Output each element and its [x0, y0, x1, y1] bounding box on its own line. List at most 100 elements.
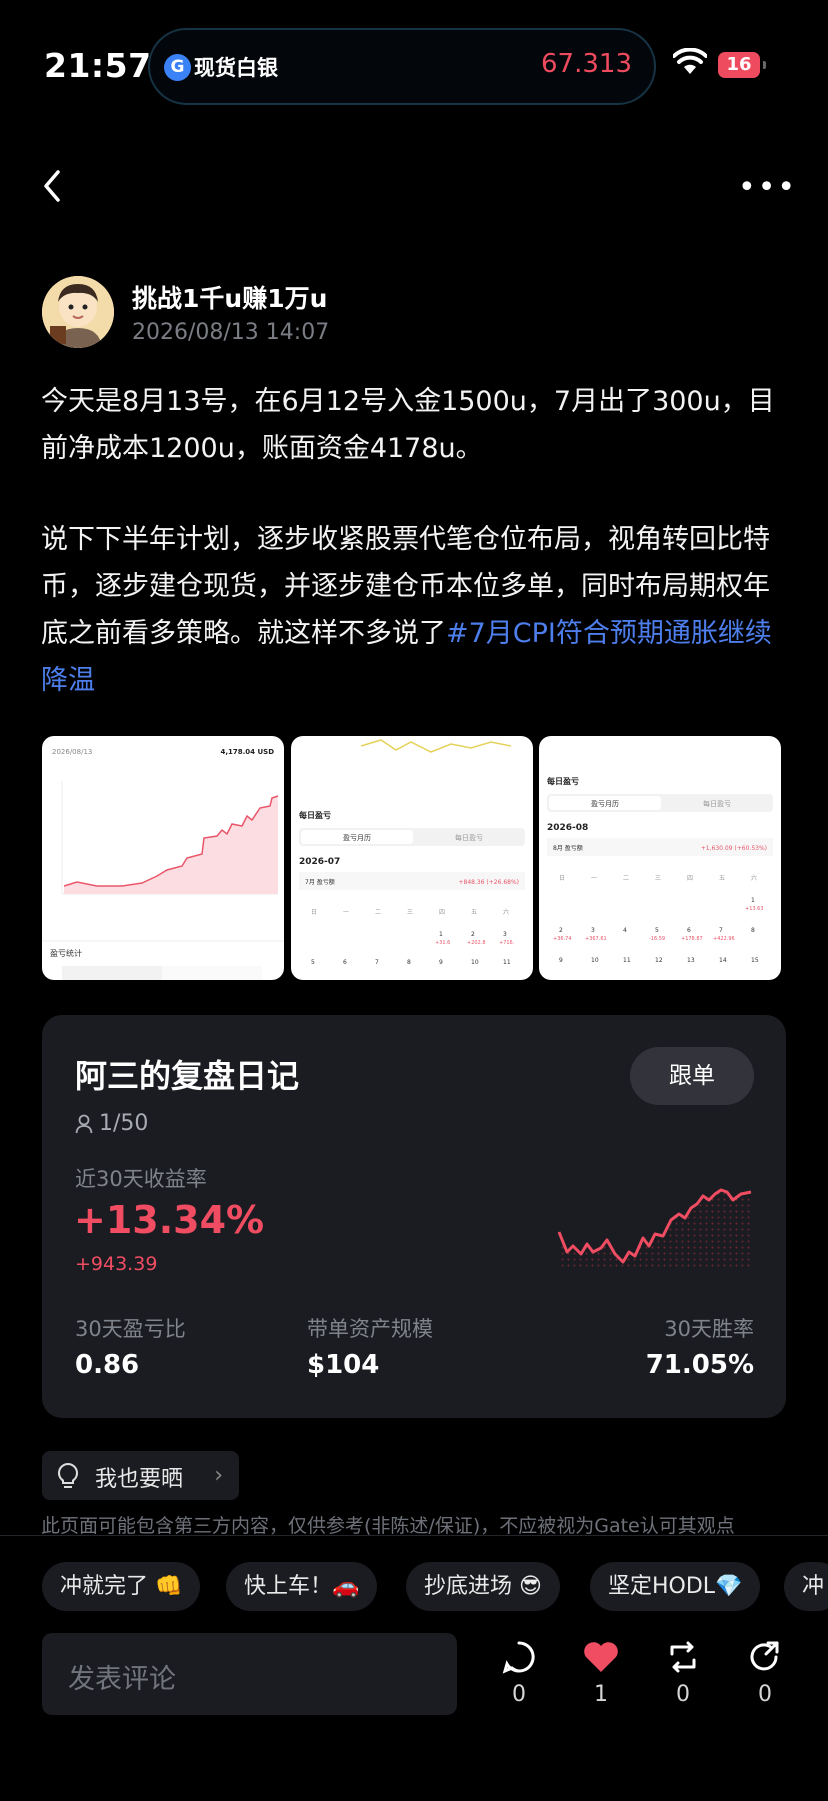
comment-count: 0: [512, 1682, 526, 1707]
copy-trader-card[interactable]: 阿三的复盘日记 跟单 1/50 近30天收益率 +13.34% +943.39 …: [42, 1015, 786, 1418]
svg-text:6: 6: [343, 959, 347, 966]
svg-text:+178.87: +178.87: [681, 936, 703, 942]
quick-reply-chip[interactable]: 快上车！🚗: [226, 1562, 378, 1611]
svg-text:8: 8: [407, 959, 411, 966]
svg-text:-16.59: -16.59: [649, 936, 665, 942]
ticker-name: 现货白银: [194, 56, 278, 80]
t3-month: 2026-08: [547, 823, 588, 833]
chevron-right-icon: ›: [214, 1463, 223, 1488]
person-icon: [75, 1114, 93, 1134]
t2-month: 2026-07: [299, 857, 340, 867]
svg-text:三: 三: [407, 909, 413, 916]
t1-amount: 4,178.04 USD: [220, 748, 274, 756]
comment-placeholder: 发表评论: [68, 1664, 176, 1695]
svg-text:+422.96: +422.96: [713, 936, 735, 942]
quick-reply-chip[interactable]: 冲: [784, 1562, 828, 1611]
svg-text:4: 4: [623, 927, 627, 934]
svg-text:+31.6: +31.6: [435, 940, 450, 946]
t2-title: 每日盈亏: [299, 810, 331, 820]
back-arrow-icon[interactable]: [38, 166, 68, 206]
like-count: 1: [594, 1682, 608, 1707]
stat-aum-value: $104: [307, 1350, 380, 1380]
more-options-icon[interactable]: •••: [738, 170, 797, 205]
svg-text:9: 9: [439, 959, 443, 966]
svg-text:2: 2: [471, 931, 475, 938]
quick-reply-chip[interactable]: 坚定HODL💎: [590, 1562, 761, 1611]
share-action[interactable]: 0: [740, 1640, 790, 1707]
t3-tab2: 每日盈亏: [703, 799, 731, 808]
t1-footer: 盈亏统计: [50, 948, 82, 958]
svg-text:11: 11: [623, 957, 631, 964]
return-percentage: +13.34%: [74, 1198, 265, 1242]
post-timestamp: 2026/08/13 14:07: [132, 320, 330, 345]
follower-count: 1/50: [75, 1111, 148, 1136]
quick-reply-chip[interactable]: 抄底进场 😎: [406, 1562, 560, 1611]
share-my-post-button[interactable]: 我也要晒 ›: [42, 1451, 239, 1500]
share-label: 我也要晒: [95, 1467, 184, 1492]
svg-text:6: 6: [687, 927, 691, 934]
author-name[interactable]: 挑战1千u赚1万u: [132, 279, 327, 315]
follow-button[interactable]: 跟单: [630, 1047, 754, 1105]
disclaimer-text: 此页面可能包含第三方内容，仅供参考(非陈述/保证)，不应被视为Gate认可其观点: [41, 1515, 735, 1537]
svg-text:12: 12: [655, 957, 663, 964]
svg-text:11: 11: [503, 959, 511, 966]
svg-text:六: 六: [503, 908, 509, 916]
return-amount: +943.39: [75, 1253, 158, 1275]
svg-text:15: 15: [751, 957, 759, 964]
svg-text:日: 日: [559, 875, 565, 882]
stat-pl-ratio-label: 30天盈亏比: [75, 1317, 186, 1341]
stat-aum-label: 带单资产规模: [307, 1317, 433, 1341]
svg-text:+367.61: +367.61: [585, 936, 607, 942]
t3-title: 每日盈亏: [547, 776, 579, 786]
svg-text:五: 五: [719, 875, 725, 882]
svg-text:一: 一: [591, 875, 597, 882]
svg-text:5: 5: [655, 927, 659, 934]
screenshot-thumbnail-august[interactable]: 每日盈亏 盈亏月历 每日盈亏 2026-08 8月 盈亏额 +1,630.09 …: [539, 736, 781, 980]
svg-text:5: 5: [311, 959, 315, 966]
svg-text:13: 13: [687, 957, 695, 964]
repost-count: 0: [676, 1682, 690, 1707]
svg-text:四: 四: [687, 875, 693, 882]
svg-text:1: 1: [439, 931, 443, 938]
comment-action[interactable]: 0: [494, 1640, 544, 1707]
repost-icon: [670, 1641, 696, 1673]
trader-name: 阿三的复盘日记: [75, 1057, 300, 1095]
share-count: 0: [758, 1682, 772, 1707]
follower-count-text: 1/50: [99, 1111, 149, 1136]
divider: [0, 1535, 828, 1536]
t3-value: +1,630.09 (+60.53%): [701, 845, 767, 852]
t2-row: 7月 盈亏额: [305, 878, 335, 886]
ticker-price: 67.313: [541, 49, 632, 79]
screenshot-thumbnail-balance[interactable]: 2026/08/13 4,178.04 USD 盈亏统计: [42, 736, 284, 980]
svg-text:+36.74: +36.74: [553, 936, 572, 942]
svg-text:3: 3: [503, 931, 507, 938]
svg-text:3: 3: [591, 927, 595, 934]
svg-text:二: 二: [623, 875, 629, 882]
heart-icon: [584, 1642, 618, 1672]
svg-text:10: 10: [471, 959, 479, 966]
status-time: 21:57: [44, 46, 152, 85]
live-ticker-island[interactable]: G 现货白银 67.313: [148, 28, 656, 105]
svg-text:五: 五: [471, 909, 477, 916]
t3-row: 8月 盈亏额: [553, 844, 583, 852]
screenshot-thumbnail-july[interactable]: 每日盈亏 盈亏月历 每日盈亏 2026-07 7月 盈亏额 +848.36 (+…: [291, 736, 533, 980]
like-action[interactable]: 1: [576, 1640, 626, 1707]
quick-reply-chip[interactable]: 冲就完了 👊: [42, 1562, 201, 1611]
svg-text:+13.63: +13.63: [745, 906, 764, 912]
stat-pl-ratio-value: 0.86: [75, 1350, 140, 1380]
svg-text:7: 7: [375, 959, 379, 966]
comment-input[interactable]: 发表评论: [42, 1633, 457, 1715]
wifi-icon: [673, 48, 707, 74]
t2-value: +848.36 (+26.68%): [458, 879, 519, 886]
svg-text:+716.: +716.: [499, 940, 515, 946]
svg-text:六: 六: [751, 874, 757, 882]
return-sparkline: [557, 1188, 752, 1270]
lightbulb-icon: [57, 1462, 79, 1488]
repost-action[interactable]: 0: [658, 1640, 708, 1707]
post-paragraph-2: 说下下半年计划，逐步收紧股票代笔仓位布局，视角转回比特币，逐步建仓现货，并逐步建…: [41, 516, 791, 704]
post-paragraph-1: 今天是8月13号，在6月12号入金1500u，7月出了300u，目前净成本120…: [41, 386, 775, 464]
author-avatar[interactable]: [42, 276, 114, 348]
svg-text:9: 9: [559, 957, 563, 964]
svg-text:14: 14: [719, 957, 727, 964]
gate-logo-icon: G: [164, 54, 191, 81]
